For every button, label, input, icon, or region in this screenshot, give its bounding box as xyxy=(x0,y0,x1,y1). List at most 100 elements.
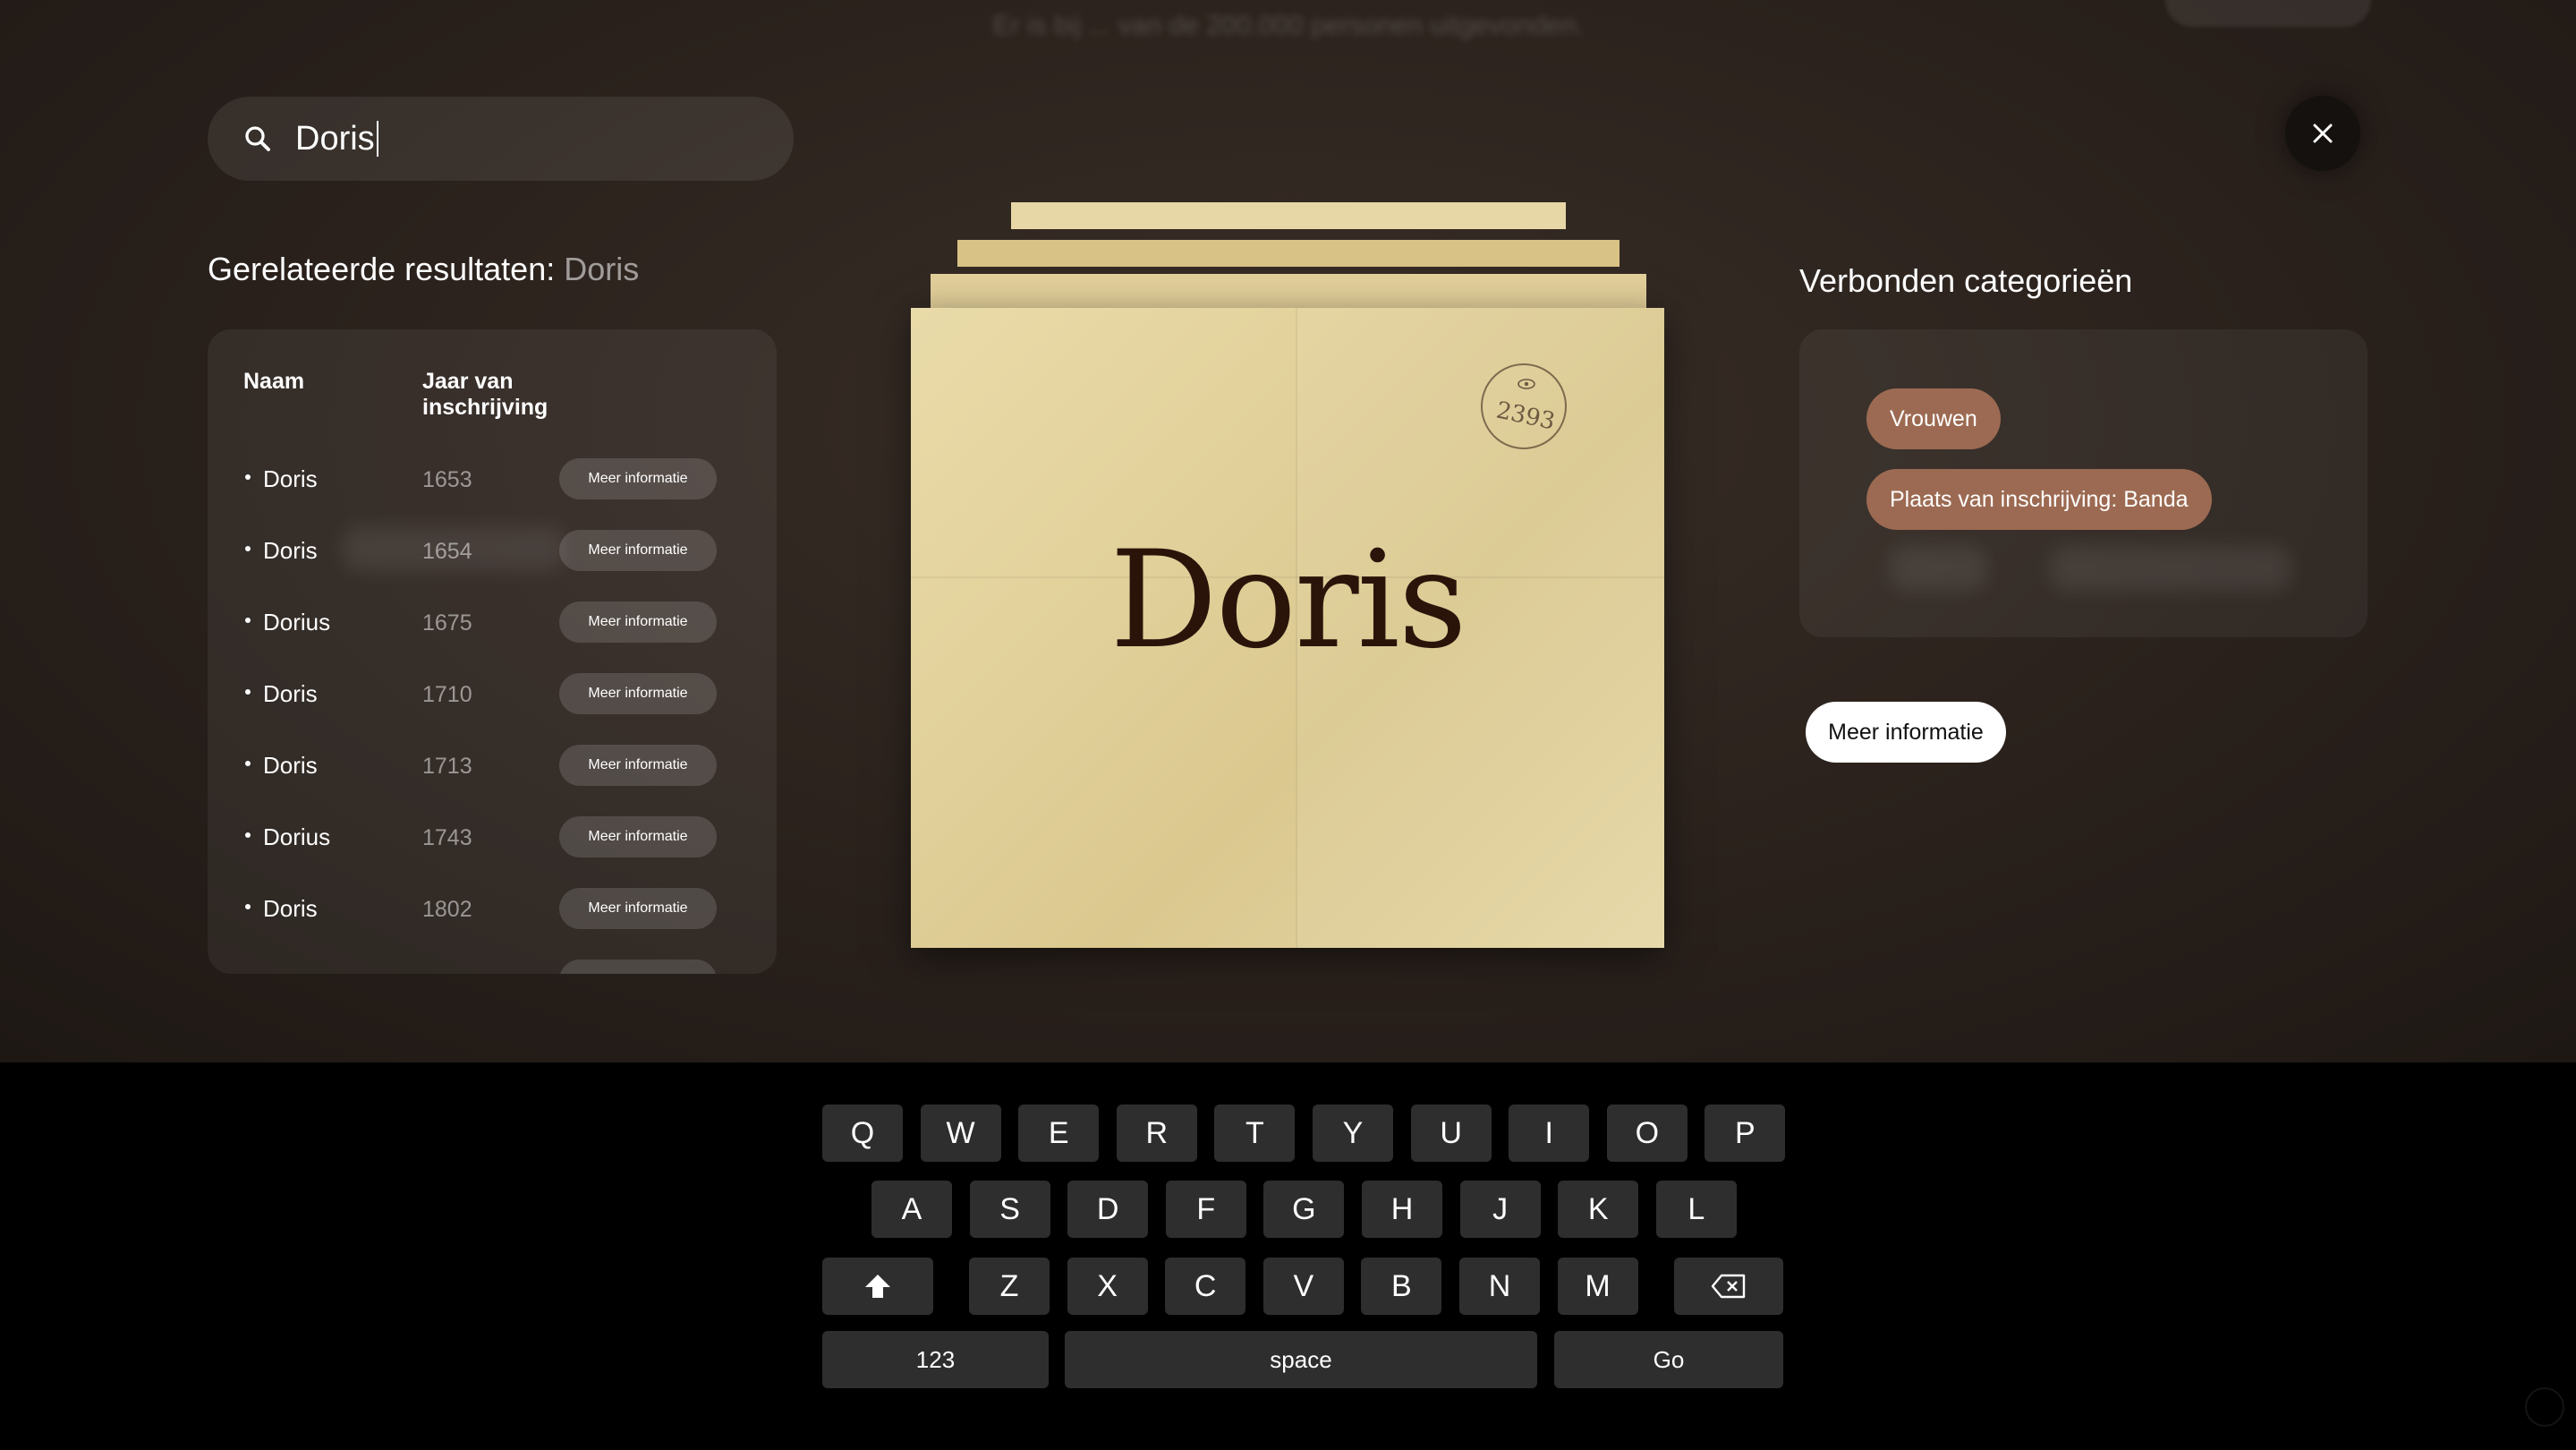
eye-icon xyxy=(1518,379,1535,389)
bullet xyxy=(245,618,251,623)
bullet xyxy=(245,546,251,551)
key-n[interactable]: N xyxy=(1459,1258,1540,1315)
row-year: 1743 xyxy=(422,825,472,850)
results-table: Naam Jaar van inschrijving Doris 1653 Meer… xyxy=(208,329,777,974)
go-key[interactable]: Go xyxy=(1554,1331,1783,1388)
row-year: 1802 xyxy=(422,897,472,922)
numbers-key[interactable]: 123 xyxy=(822,1331,1049,1388)
key-m[interactable]: M xyxy=(1557,1258,1638,1315)
table-row: Doris 1654 Meer informatie xyxy=(208,525,777,578)
key-j[interactable]: J xyxy=(1459,1181,1541,1238)
blurred-header-button xyxy=(2165,0,2371,27)
key-t[interactable]: T xyxy=(1214,1105,1296,1162)
key-h[interactable]: H xyxy=(1362,1181,1442,1238)
shift-icon xyxy=(865,1275,890,1298)
main-stage: Er is bij ... van de 200.000 personen ui… xyxy=(0,0,2576,1062)
row-more-info-button[interactable]: Meer informatie xyxy=(559,816,717,857)
key-c[interactable]: C xyxy=(1165,1258,1246,1315)
corner-decoration xyxy=(2525,1387,2564,1427)
row-year: 1654 xyxy=(422,539,472,564)
key-b[interactable]: B xyxy=(1361,1258,1442,1315)
row-name: Doris xyxy=(263,680,318,707)
table-row: Doris 1713 Meer informatie xyxy=(208,739,777,793)
backspace-key[interactable] xyxy=(1674,1258,1783,1315)
key-s[interactable]: S xyxy=(969,1181,1050,1238)
category-chip-plaats[interactable]: Plaats van inschrijving: Banda xyxy=(1866,469,2212,530)
key-a[interactable]: A xyxy=(871,1181,952,1238)
name-card: 2393 Doris xyxy=(895,197,1682,958)
row-more-info-button[interactable]: Meer informatie xyxy=(559,673,717,714)
bullet xyxy=(245,761,251,766)
results-title-prefix: Gerelateerde resultaten: xyxy=(208,251,565,287)
bullet xyxy=(245,904,251,909)
row-more-info-button[interactable]: Meer informatie xyxy=(559,530,717,571)
row-name: Dorius xyxy=(263,609,331,635)
bullet xyxy=(245,474,251,480)
row-year: 1713 xyxy=(422,754,472,779)
row-year: 1653 xyxy=(422,467,472,492)
card-stack-layer xyxy=(931,274,1646,310)
table-row: Dorius 1743 Meer informatie xyxy=(208,811,777,865)
key-d[interactable]: D xyxy=(1067,1181,1149,1238)
bullet xyxy=(245,689,251,695)
key-q[interactable]: Q xyxy=(822,1105,903,1162)
view-count-number: 2393 xyxy=(1493,397,1558,436)
row-more-info-button[interactable]: Meer informatie xyxy=(559,745,717,786)
table-row: Dorius 1675 Meer informatie xyxy=(208,596,777,650)
row-name: Doris xyxy=(263,537,318,564)
key-u[interactable]: U xyxy=(1410,1105,1492,1162)
row-year: 1710 xyxy=(422,682,472,707)
view-count-stamp: 2393 xyxy=(1481,363,1567,449)
card-stack-layer xyxy=(1011,202,1566,229)
table-row: Doris 1802 Meer informatie xyxy=(208,883,777,936)
categories-title: Verbonden categorieën xyxy=(1799,262,2133,299)
row-more-info-button[interactable] xyxy=(559,960,717,974)
on-screen-keyboard: QWERTYUIOP ASDFGHJKL ZXCVBNM 123 space G… xyxy=(0,1062,2576,1450)
key-e[interactable]: E xyxy=(1018,1105,1100,1162)
blurred-overlay xyxy=(2050,546,2291,591)
row-name: Doris xyxy=(263,465,318,492)
key-y[interactable]: Y xyxy=(1313,1105,1393,1162)
row-more-info-button[interactable]: Meer informatie xyxy=(559,601,717,643)
search-value: Doris xyxy=(295,119,375,158)
row-more-info-button[interactable]: Meer informatie xyxy=(559,888,717,929)
key-f[interactable]: F xyxy=(1165,1181,1246,1238)
key-o[interactable]: O xyxy=(1606,1105,1688,1162)
blurred-overlay xyxy=(1889,546,1987,591)
column-header-year: Jaar van inschrijving xyxy=(422,369,548,420)
close-button[interactable] xyxy=(2285,96,2360,171)
row-name: Doris xyxy=(263,895,318,922)
key-k[interactable]: K xyxy=(1558,1181,1639,1238)
card-stack-layer xyxy=(957,240,1620,267)
category-chip-vrouwen[interactable]: Vrouwen xyxy=(1866,388,2001,449)
results-title: Gerelateerde resultaten: Doris xyxy=(208,251,639,288)
more-info-button[interactable]: Meer informatie xyxy=(1806,702,2006,763)
row-year: 1675 xyxy=(422,610,472,635)
results-title-query: Doris xyxy=(564,251,640,287)
backspace-icon xyxy=(1711,1274,1746,1299)
key-g[interactable]: G xyxy=(1263,1181,1345,1238)
key-x[interactable]: X xyxy=(1067,1258,1148,1315)
column-header-name: Naam xyxy=(243,369,305,394)
row-name: Doris xyxy=(263,752,318,779)
close-icon xyxy=(2313,124,2333,143)
space-key[interactable]: space xyxy=(1065,1331,1537,1388)
row-name: Dorius xyxy=(263,823,331,850)
search-icon xyxy=(245,126,270,151)
text-caret xyxy=(376,121,378,157)
row-more-info-button[interactable]: Meer informatie xyxy=(559,458,717,499)
key-w[interactable]: W xyxy=(920,1105,1001,1162)
key-z[interactable]: Z xyxy=(969,1258,1050,1315)
key-r[interactable]: R xyxy=(1116,1105,1197,1162)
table-row-partial xyxy=(208,954,777,974)
search-input[interactable]: Doris xyxy=(208,97,794,181)
card-paper: 2393 Doris xyxy=(911,308,1664,948)
blurred-header-text: Er is bij ... van de 200.000 personen ui… xyxy=(992,11,1585,40)
table-row: Doris 1653 Meer informatie xyxy=(208,453,777,507)
bullet xyxy=(245,832,251,838)
key-v[interactable]: V xyxy=(1262,1258,1344,1315)
key-p[interactable]: P xyxy=(1705,1105,1786,1162)
key-i[interactable]: I xyxy=(1509,1105,1590,1162)
key-l[interactable]: L xyxy=(1655,1181,1737,1238)
shift-key[interactable] xyxy=(822,1258,933,1315)
